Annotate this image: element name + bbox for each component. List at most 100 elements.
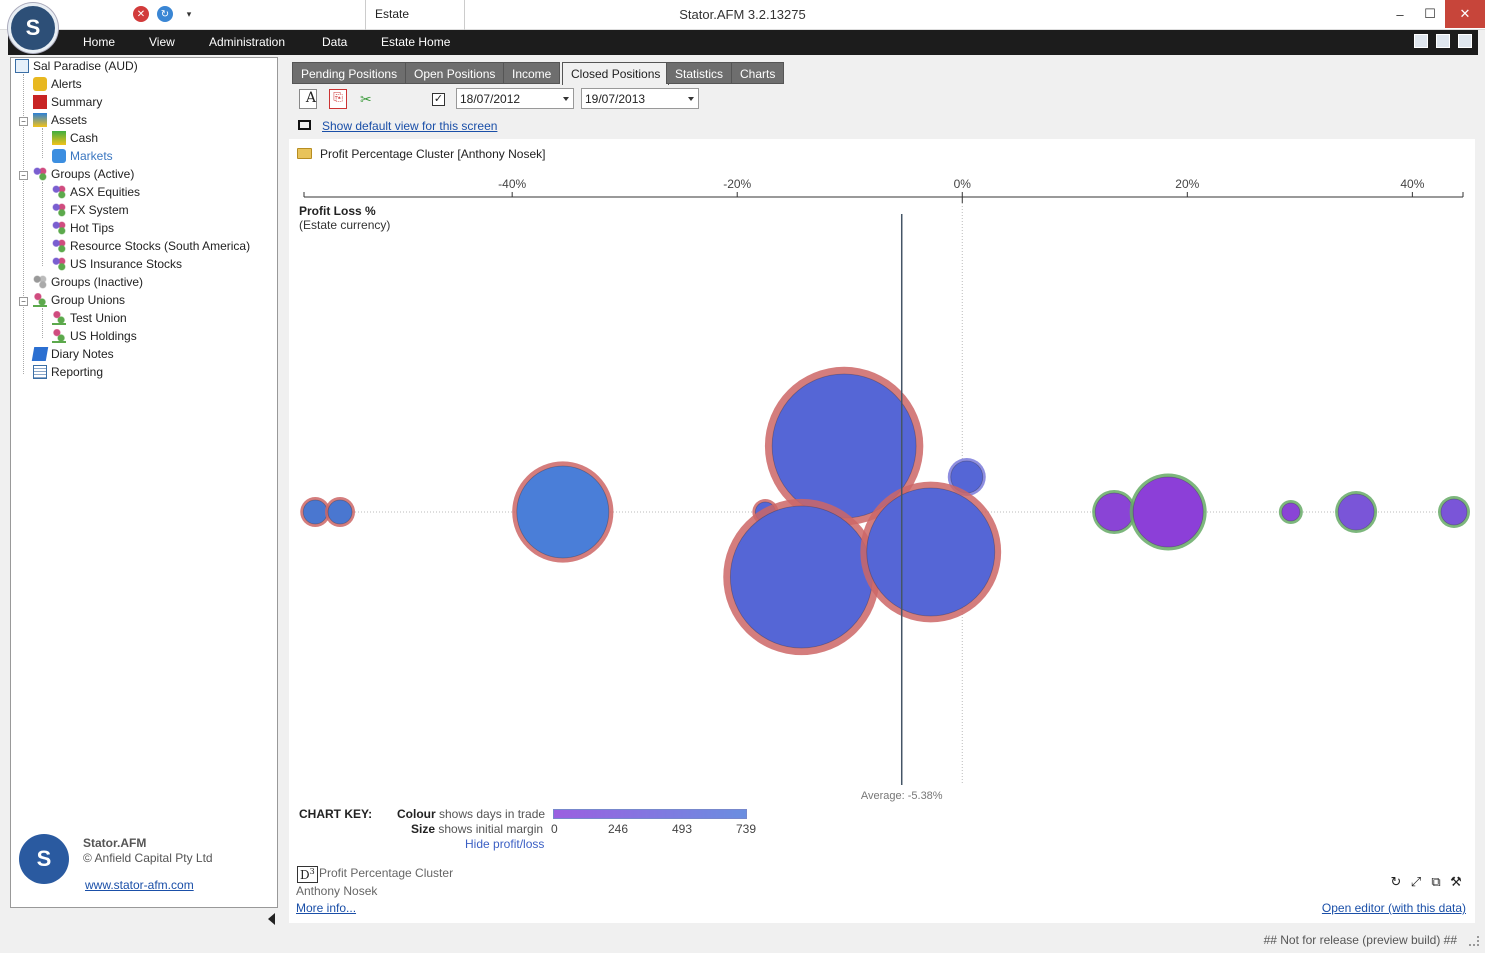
bubble bbox=[1440, 498, 1468, 526]
sidebar-item-groups-inactive[interactable]: Groups (Inactive) bbox=[33, 275, 143, 289]
x-tick-label: 0% bbox=[954, 177, 972, 191]
sidebar-item-hot-tips[interactable]: Hot Tips bbox=[52, 221, 114, 235]
sidebar-item-summary[interactable]: Summary bbox=[33, 95, 102, 109]
group-icon bbox=[33, 275, 47, 289]
sidebar-item-fx-system[interactable]: FX System bbox=[52, 203, 129, 217]
x-tick-label: 40% bbox=[1400, 177, 1424, 191]
groups-active-expander[interactable]: − bbox=[19, 171, 28, 180]
sidebar-item-label: Cash bbox=[70, 131, 99, 145]
tree-line bbox=[42, 182, 43, 266]
sidebar-item-test-union[interactable]: Test Union bbox=[52, 311, 127, 325]
sidebar-item-label: Groups (Inactive) bbox=[51, 275, 144, 289]
sidebar-item-label: Resource Stocks (South America) bbox=[70, 239, 251, 253]
quick-access-toolbar: ✕ ↻ ▾ bbox=[70, 6, 197, 22]
sidebar-item-groups-active[interactable]: Groups (Active) bbox=[33, 167, 134, 181]
refresh-icon[interactable]: ↻ bbox=[157, 6, 173, 22]
fullscreen-icon[interactable]: ⤢ bbox=[1409, 875, 1423, 889]
status-text: ## Not for release (preview build) ## bbox=[1263, 933, 1457, 947]
sidebar-item-group-unions[interactable]: Group Unions bbox=[33, 293, 125, 307]
estate-icon bbox=[15, 59, 29, 73]
menu-estate-home[interactable]: Estate Home bbox=[381, 35, 450, 49]
tab-statistics[interactable]: Statistics bbox=[666, 62, 733, 84]
sidebar-item-resource-stocks[interactable]: Resource Stocks (South America) bbox=[52, 239, 250, 253]
menu-view[interactable]: View bbox=[149, 35, 175, 49]
sidebar-item-cash[interactable]: Cash bbox=[52, 131, 98, 145]
title-bar: ✕ ↻ ▾ Estate Stator.AFM 3.2.13275 – ☐ ✕ bbox=[0, 0, 1485, 30]
cash-icon bbox=[52, 131, 66, 145]
tab-charts[interactable]: Charts bbox=[731, 62, 785, 84]
d3-label: D bbox=[300, 868, 310, 882]
tree-line bbox=[42, 128, 43, 158]
group-unions-expander[interactable]: − bbox=[19, 297, 28, 306]
sidebar-item-label: Reporting bbox=[51, 365, 104, 379]
assets-icon bbox=[33, 113, 47, 127]
x-tick-label: -20% bbox=[723, 177, 751, 191]
brand-url-link[interactable]: www.stator-afm.com bbox=[85, 878, 194, 892]
colour-scale-bar bbox=[553, 809, 747, 819]
close-estate-icon[interactable]: ✕ bbox=[133, 6, 149, 22]
key-tick: 0 bbox=[551, 822, 558, 836]
maximize-button[interactable]: ☐ bbox=[1415, 0, 1445, 28]
sidebar-item-markets[interactable]: Markets bbox=[52, 149, 113, 163]
tab-income[interactable]: Income bbox=[503, 62, 561, 84]
tab-open-positions[interactable]: Open Positions bbox=[405, 62, 505, 84]
sidebar-item-us-insurance[interactable]: US Insurance Stocks bbox=[52, 257, 182, 271]
date-from-picker[interactable]: 18/07/2012 bbox=[456, 88, 574, 109]
chart-icon[interactable] bbox=[1458, 34, 1472, 48]
sidebar-item-label: Group Unions bbox=[51, 293, 126, 307]
bubble bbox=[1094, 492, 1134, 532]
sidebar-item-label: Markets bbox=[70, 149, 113, 163]
footer-author: Anthony Nosek bbox=[296, 884, 378, 898]
customize-dropdown-icon[interactable]: ▾ bbox=[181, 6, 197, 22]
bell-icon bbox=[33, 77, 47, 91]
footer-icons: ↻ ⤢ ⧉ ⚒ bbox=[1389, 875, 1463, 889]
minimize-button[interactable]: – bbox=[1385, 0, 1415, 28]
sidebar-item-assets[interactable]: Assets bbox=[33, 113, 87, 127]
pdf-icon[interactable]: ⎘ bbox=[329, 89, 347, 109]
window-controls: – ☐ ✕ bbox=[1385, 0, 1485, 28]
menu-administration[interactable]: Administration bbox=[209, 35, 285, 49]
default-view-link[interactable]: Show default view for this screen bbox=[322, 119, 497, 133]
stator-logo-icon: S bbox=[19, 834, 69, 884]
sidebar-item-label: ASX Equities bbox=[70, 185, 141, 199]
tab-pending-positions[interactable]: Pending Positions bbox=[292, 62, 407, 84]
sidebar-item-us-holdings[interactable]: US Holdings bbox=[52, 329, 137, 343]
group-icon bbox=[52, 239, 66, 253]
tree-root[interactable]: Sal Paradise (AUD) bbox=[15, 59, 138, 73]
menu-data[interactable]: Data bbox=[322, 35, 347, 49]
wrench-icon[interactable]: ⚒ bbox=[1449, 875, 1463, 889]
sidebar-item-label: Assets bbox=[51, 113, 88, 127]
sidebar-item-diary-notes[interactable]: Diary Notes bbox=[31, 347, 114, 361]
date-filter-checkbox[interactable]: ✓ bbox=[432, 93, 445, 106]
tab-closed-positions[interactable]: Closed Positions bbox=[562, 62, 670, 85]
more-info-link[interactable]: More info... bbox=[296, 901, 356, 915]
brand-name: Stator.AFM bbox=[83, 836, 147, 850]
estate-tab[interactable]: Estate bbox=[365, 0, 465, 30]
sidebar-item-alerts[interactable]: Alerts bbox=[33, 77, 82, 91]
refresh-icon[interactable]: ↻ bbox=[1389, 875, 1403, 889]
popout-icon[interactable]: ⧉ bbox=[1429, 875, 1443, 889]
calendar-icon[interactable] bbox=[1436, 34, 1450, 48]
export-icon[interactable]: ✂ bbox=[360, 91, 378, 111]
x-tick-label: 20% bbox=[1175, 177, 1199, 191]
menu-home[interactable]: Home bbox=[83, 35, 115, 49]
font-icon[interactable]: A bbox=[299, 89, 317, 109]
sidebar-item-asx-equities[interactable]: ASX Equities bbox=[52, 185, 140, 199]
date-from-value: 18/07/2012 bbox=[460, 92, 521, 106]
sidebar-item-label: Test Union bbox=[70, 311, 127, 325]
chevron-down-icon bbox=[563, 97, 569, 101]
bubble-chart: -40% -20% 0% 20% 40% Profit Loss %(Estate cur… bbox=[299, 177, 1470, 802]
sidebar-item-reporting[interactable]: Reporting bbox=[33, 365, 103, 379]
key-colour-text: shows days in trade bbox=[435, 807, 546, 821]
date-to-picker[interactable]: 19/07/2013 bbox=[581, 88, 699, 109]
home-icon[interactable] bbox=[1414, 34, 1428, 48]
sidebar-item-label: FX System bbox=[70, 203, 129, 217]
assets-expander[interactable]: − bbox=[19, 117, 28, 126]
close-button[interactable]: ✕ bbox=[1445, 0, 1485, 28]
hide-profit-loss-link[interactable]: Hide profit/loss bbox=[465, 837, 544, 851]
resize-grip-icon[interactable] bbox=[1469, 936, 1479, 946]
open-editor-link[interactable]: Open editor (with this data) bbox=[1322, 901, 1466, 915]
collapse-sidebar-icon[interactable] bbox=[268, 913, 275, 925]
chart-title: Profit Loss % bbox=[299, 204, 376, 218]
app-logo-icon[interactable]: S bbox=[8, 3, 58, 53]
